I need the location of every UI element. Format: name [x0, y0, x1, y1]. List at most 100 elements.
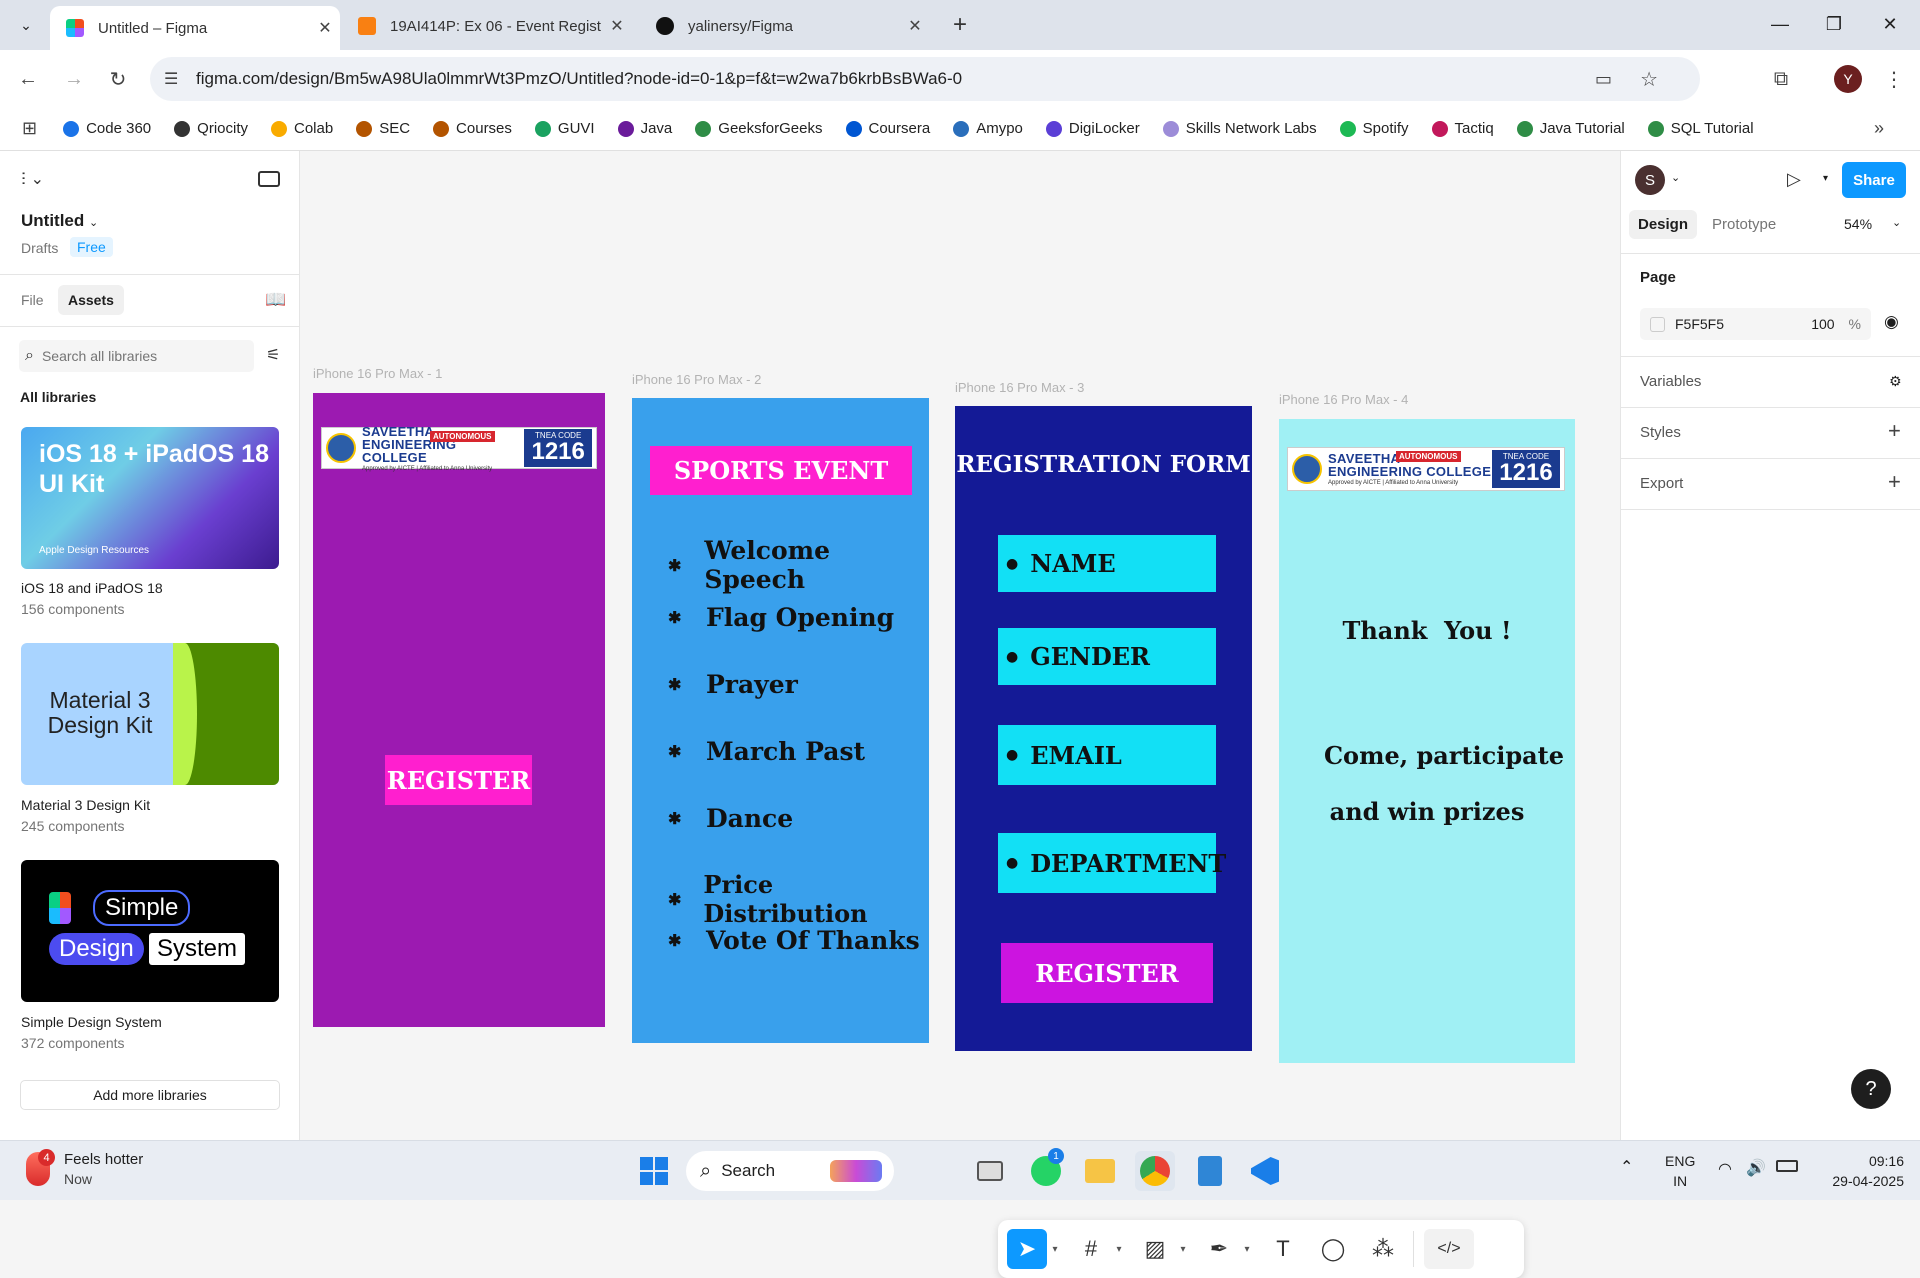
bookmark-item[interactable]: Amypo	[953, 120, 1023, 137]
frame-label[interactable]: iPhone 16 Pro Max - 2	[632, 372, 761, 387]
variables-settings-icon[interactable]: ⚙	[1889, 373, 1902, 390]
close-icon[interactable]: ✕	[310, 18, 340, 38]
library-book-icon[interactable]: 📖	[265, 290, 286, 310]
omnibox[interactable]: ☰ figma.com/design/Bm5wA98Ula0lmmrWt3Pmz…	[150, 57, 1700, 101]
page-color-field[interactable]: F5F5F5 100 %	[1640, 308, 1871, 340]
new-tab-button[interactable]: +	[944, 9, 976, 41]
move-tool-icon[interactable]: ➤	[1007, 1229, 1047, 1269]
chevron-down-icon[interactable]: ▾	[1175, 1244, 1191, 1255]
help-button[interactable]: ?	[1851, 1069, 1891, 1109]
tab-github[interactable]: yalinersy/Figma ✕	[640, 6, 930, 46]
taskbar-search[interactable]: ⌕ Search	[686, 1151, 894, 1191]
bookmark-item[interactable]: Skills Network Labs	[1162, 120, 1317, 137]
tab-prototype[interactable]: Prototype	[1712, 216, 1776, 233]
frame-label[interactable]: iPhone 16 Pro Max - 3	[955, 380, 1084, 395]
bookmark-item[interactable]: Spotify	[1339, 120, 1409, 137]
tab-search-chevron-icon[interactable]: ⌄	[10, 9, 42, 41]
frame-1[interactable]: SAVEETHA ENGINEERING COLLEGE Approved by…	[313, 393, 605, 1027]
site-info-icon[interactable]: ☰	[164, 69, 178, 89]
frame-tool-icon[interactable]: #	[1071, 1229, 1111, 1269]
bookmark-item[interactable]: GUVI	[534, 120, 595, 137]
library-card-simple[interactable]: Simple Design System	[21, 860, 279, 1002]
library-name[interactable]: Simple Design System	[21, 1014, 162, 1030]
url-text[interactable]: figma.com/design/Bm5wA98Ula0lmmrWt3PmzO/…	[196, 69, 962, 89]
windows-start-icon[interactable]	[634, 1151, 674, 1191]
file-explorer-icon[interactable]	[1080, 1151, 1120, 1191]
bookmark-item[interactable]: Tactiq	[1431, 120, 1494, 137]
tab-moodle[interactable]: 19AI414P: Ex 06 - Event Registr ✕	[342, 6, 632, 46]
reload-icon[interactable]: ↻	[100, 61, 136, 97]
color-swatch[interactable]	[1650, 316, 1665, 332]
styles-section[interactable]: Styles	[1640, 424, 1681, 441]
export-section[interactable]: Export	[1640, 475, 1683, 492]
chrome-icon[interactable]	[1135, 1151, 1175, 1191]
plan-badge[interactable]: Free	[70, 237, 113, 257]
form-field-name[interactable]: ● NAME	[998, 535, 1216, 592]
bookmark-star-icon[interactable]: ☆	[1640, 67, 1658, 92]
tab-file[interactable]: File	[21, 292, 44, 308]
volume-icon[interactable]: 🔊	[1746, 1158, 1766, 1178]
apps-grid-icon[interactable]: ⊞	[22, 118, 37, 139]
form-field-email[interactable]: ● EMAIL	[998, 725, 1216, 785]
tab-assets[interactable]: Assets	[58, 285, 124, 315]
vscode-icon[interactable]	[1245, 1151, 1285, 1191]
sidebar-toggle-icon[interactable]	[258, 171, 280, 187]
tab-design[interactable]: Design	[1629, 210, 1698, 239]
restore-icon[interactable]: ❐	[1806, 0, 1862, 48]
chevron-down-icon[interactable]: ▾	[1823, 173, 1828, 184]
bookmark-item[interactable]: Java	[617, 120, 672, 137]
dev-mode-icon[interactable]: </>	[1424, 1229, 1474, 1269]
bookmark-item[interactable]: GeeksforGeeks	[695, 120, 823, 137]
location-drafts[interactable]: Drafts	[21, 240, 58, 256]
more-menu-icon[interactable]: ⋮	[1876, 61, 1912, 97]
library-card-ios[interactable]: iOS 18 + iPadOS 18 UI Kit Apple Design R…	[21, 427, 279, 569]
minimize-icon[interactable]: —	[1752, 0, 1808, 48]
library-card-material[interactable]: Material 3 Design Kit	[21, 643, 279, 785]
close-window-icon[interactable]: ✕	[1862, 0, 1918, 48]
tab-figma[interactable]: Untitled – Figma ✕	[50, 6, 340, 50]
bookmark-item[interactable]: Qriocity	[174, 120, 248, 137]
chevron-down-icon[interactable]: ▾	[1239, 1244, 1255, 1255]
filter-icon[interactable]: ⚟	[266, 345, 280, 365]
image-tool-icon[interactable]: ▨	[1135, 1229, 1175, 1269]
present-play-icon[interactable]: ▷	[1787, 169, 1801, 190]
frame-2[interactable]: SPORTS EVENT ✱ Welcome Speech ✱ Flag Openi…	[632, 398, 929, 1043]
page-color-value[interactable]: F5F5F5	[1675, 316, 1724, 332]
back-icon[interactable]: ←	[10, 61, 46, 97]
close-icon[interactable]: ✕	[900, 16, 930, 36]
close-icon[interactable]: ✕	[602, 16, 632, 36]
frame-4[interactable]: SAVEETHA ENGINEERING COLLEGE Approved by…	[1279, 419, 1575, 1063]
more-bookmarks-icon[interactable]: »	[1874, 118, 1884, 139]
library-name[interactable]: iOS 18 and iPadOS 18	[21, 580, 163, 596]
bookmark-item[interactable]: SEC	[356, 120, 410, 137]
page-opacity-value[interactable]: 100	[1811, 316, 1834, 332]
file-name[interactable]: Untitled ⌄	[21, 211, 98, 231]
frame-label[interactable]: iPhone 16 Pro Max - 1	[313, 366, 442, 381]
register-button[interactable]: REGISTER	[385, 755, 532, 805]
bookmark-item[interactable]: DigiLocker	[1045, 120, 1140, 137]
add-more-libraries-button[interactable]: Add more libraries	[20, 1080, 280, 1110]
clock[interactable]: 09:16 29-04-2025	[1808, 1151, 1904, 1191]
chevron-down-icon[interactable]: ▾	[1047, 1244, 1063, 1255]
notepad-icon[interactable]	[1190, 1151, 1230, 1191]
tray-chevron-icon[interactable]: ⌃	[1620, 1157, 1633, 1177]
share-button[interactable]: Share	[1842, 162, 1906, 198]
frame-label[interactable]: iPhone 16 Pro Max - 4	[1279, 392, 1408, 407]
bookmark-item[interactable]: Colab	[271, 120, 333, 137]
forward-icon[interactable]: →	[56, 61, 92, 97]
text-tool-icon[interactable]: T	[1263, 1229, 1303, 1269]
form-field-gender[interactable]: ● GENDER	[998, 628, 1216, 685]
add-style-icon[interactable]: +	[1888, 418, 1901, 444]
add-export-icon[interactable]: +	[1888, 469, 1901, 495]
design-canvas[interactable]: iPhone 16 Pro Max - 1 SAVEETHA ENGINEERI…	[301, 151, 1620, 1278]
bookmark-item[interactable]: Coursera	[845, 120, 930, 137]
chevron-down-icon[interactable]: ▾	[1111, 1244, 1127, 1255]
main-menu-icon[interactable]: ⵗ ⌄	[21, 169, 44, 189]
cast-off-icon[interactable]: ▭	[1595, 69, 1612, 90]
wifi-icon[interactable]: ◠	[1718, 1159, 1732, 1179]
bookmark-item[interactable]: Code 360	[63, 120, 151, 137]
extensions-icon[interactable]: ⧉	[1763, 61, 1799, 97]
frame-3[interactable]: REGISTRATION FORM ● NAME ● GENDER ● EMAIL ●…	[955, 406, 1252, 1051]
pen-tool-icon[interactable]: ✒	[1199, 1229, 1239, 1269]
chevron-down-icon[interactable]: ⌄	[1892, 216, 1901, 229]
